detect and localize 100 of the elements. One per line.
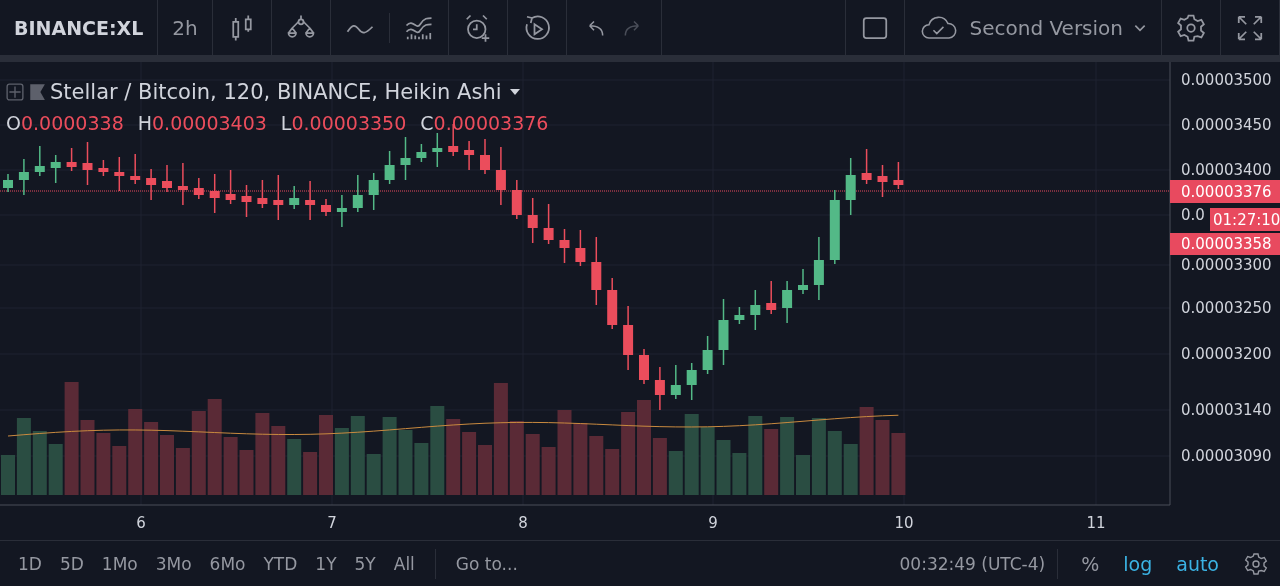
scale-toggle[interactable]: log bbox=[1112, 552, 1164, 575]
ohlc-key: C bbox=[420, 112, 434, 134]
ohlc-key: H bbox=[137, 112, 152, 134]
ohlc-value: 0.00003403 bbox=[152, 112, 267, 134]
candle bbox=[543, 203, 554, 245]
candle bbox=[225, 169, 236, 205]
settings-icon[interactable] bbox=[1244, 551, 1268, 576]
candle bbox=[495, 146, 506, 206]
time-axis-label: 6 bbox=[136, 514, 146, 532]
go-to-button[interactable]: Go to... bbox=[447, 553, 526, 574]
candle bbox=[607, 277, 618, 330]
caret-icon[interactable] bbox=[509, 89, 520, 95]
candle bbox=[432, 132, 443, 168]
candle bbox=[591, 236, 602, 306]
chart-title[interactable]: Stellar / Bitcoin, 120, BINANCE, Heikin Ashi bbox=[50, 80, 502, 104]
candle bbox=[114, 156, 125, 192]
time-axis-label: 8 bbox=[518, 514, 528, 532]
volume-bar bbox=[827, 431, 842, 495]
range-button[interactable]: 3Mo bbox=[147, 553, 200, 574]
ohlc-key: O bbox=[6, 112, 21, 134]
price-axis-label: 0.00003500 bbox=[1181, 71, 1272, 89]
volume-bar bbox=[891, 433, 906, 495]
range-button[interactable]: 5D bbox=[51, 553, 92, 574]
volume-bar bbox=[525, 434, 540, 495]
candle bbox=[18, 158, 29, 196]
candle bbox=[321, 198, 331, 217]
grid-toggle-icon[interactable] bbox=[6, 83, 24, 101]
candle bbox=[82, 141, 93, 186]
price-axis-label: 0.00003300 bbox=[1181, 256, 1272, 274]
candle bbox=[368, 172, 379, 211]
candle bbox=[98, 159, 109, 177]
candle bbox=[273, 174, 284, 221]
clock-time: 00:32:49 (UTC-4) bbox=[899, 553, 1046, 574]
candle bbox=[511, 179, 522, 220]
candle bbox=[146, 168, 157, 201]
price-axis-label: 0.00003400 bbox=[1181, 161, 1272, 179]
candle bbox=[464, 140, 475, 171]
scale-toggle[interactable]: % bbox=[1070, 552, 1111, 575]
candle bbox=[702, 335, 713, 375]
range-button[interactable]: 1Mo bbox=[93, 553, 146, 574]
candle bbox=[718, 298, 729, 366]
price-axis-label: 0.00003140 bbox=[1181, 401, 1272, 419]
ohlc-value: 0.0000338 bbox=[20, 112, 124, 134]
scale-toggle[interactable]: auto bbox=[1165, 552, 1230, 575]
range-button[interactable]: 1Y bbox=[307, 553, 345, 574]
layout-button[interactable]: Second Version bbox=[919, 13, 1147, 42]
candle bbox=[766, 280, 777, 315]
range-button[interactable]: All bbox=[385, 553, 423, 574]
candle bbox=[289, 185, 300, 210]
candle bbox=[813, 236, 824, 301]
candle bbox=[305, 180, 316, 221]
candle bbox=[782, 280, 793, 324]
range-button[interactable]: 5Y bbox=[346, 553, 384, 574]
volume-bar bbox=[334, 428, 349, 495]
price-axis-label: 0.00003090 bbox=[1181, 447, 1272, 465]
time-axis-label: 9 bbox=[708, 514, 718, 532]
candle bbox=[750, 289, 761, 331]
ohlc-value: 0.00003376 bbox=[433, 112, 549, 134]
candle bbox=[177, 162, 188, 206]
last-price-tag: 0.00003376 bbox=[1170, 180, 1280, 203]
range-button[interactable]: 1D bbox=[10, 553, 50, 574]
volume-bar bbox=[716, 440, 731, 495]
candle bbox=[257, 179, 268, 209]
candle bbox=[34, 145, 45, 177]
candle bbox=[3, 173, 13, 193]
settings-icon[interactable] bbox=[1176, 12, 1206, 43]
candle bbox=[162, 164, 172, 193]
candle bbox=[893, 161, 904, 190]
candle bbox=[623, 305, 634, 371]
interval-button[interactable]: 2h bbox=[172, 15, 198, 40]
candle bbox=[480, 138, 490, 175]
price-axis-label: 0.00003450 bbox=[1181, 116, 1272, 134]
candle bbox=[575, 229, 586, 267]
second-price-tag: 0.00003358 bbox=[1170, 233, 1280, 255]
flag-icon[interactable] bbox=[28, 83, 46, 101]
range-button[interactable]: YTD bbox=[255, 553, 306, 574]
candle bbox=[209, 173, 220, 214]
symbol-button[interactable]: BINANCE:XL bbox=[14, 16, 144, 39]
price-axis-label: 0.0 bbox=[1181, 206, 1205, 224]
time-axis-label: 7 bbox=[327, 514, 337, 532]
candle bbox=[845, 157, 856, 216]
candle bbox=[639, 348, 649, 385]
time-axis-label: 11 bbox=[1086, 514, 1106, 532]
candle bbox=[352, 174, 363, 213]
volume-bar bbox=[462, 432, 477, 495]
candle bbox=[336, 194, 347, 228]
candle bbox=[66, 147, 77, 172]
candle bbox=[193, 177, 204, 200]
candle bbox=[798, 268, 808, 295]
candle bbox=[670, 364, 681, 400]
range-button[interactable]: 6Mo bbox=[201, 553, 254, 574]
volume-bar bbox=[700, 427, 715, 495]
candle bbox=[384, 150, 395, 185]
price-axis-label: 0.00003200 bbox=[1181, 345, 1272, 363]
volume-bar bbox=[96, 433, 111, 495]
volume-bar bbox=[764, 429, 779, 495]
volume-bar bbox=[573, 423, 588, 495]
candle bbox=[861, 148, 872, 185]
candle bbox=[734, 306, 745, 325]
countdown-tag: 01:27:10 bbox=[1210, 208, 1280, 231]
